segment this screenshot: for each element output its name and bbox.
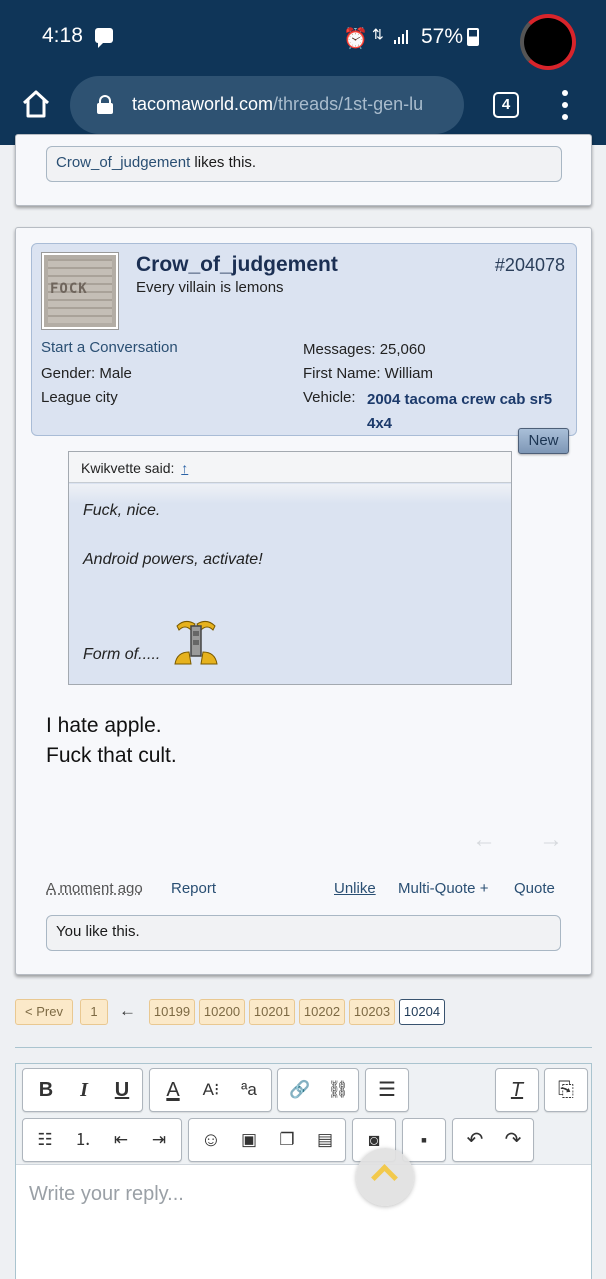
start-conversation-link[interactable]: Start a Conversation	[41, 339, 178, 356]
save-draft-icon[interactable]: ▪	[405, 1119, 443, 1161]
user-vehicle-label: Vehicle:	[303, 389, 356, 406]
post-timestamp[interactable]: A moment ago	[46, 880, 143, 897]
profile-avatar[interactable]	[520, 14, 576, 70]
media-icon[interactable]: ❐	[268, 1119, 306, 1161]
quote-line: Form of.....	[83, 646, 161, 663]
address-bar[interactable]: tacomaworld.com/threads/1st-gen-lu	[70, 76, 464, 134]
post-likes-summary: You like this.	[46, 915, 561, 951]
font-family-button[interactable]: ªa	[230, 1069, 268, 1111]
signal-icon	[394, 30, 412, 44]
unlink-icon[interactable]: ⛓	[319, 1069, 357, 1111]
page-jump-arrow[interactable]: ←	[119, 1001, 136, 1021]
prev-page-button[interactable]: < Prev	[15, 999, 73, 1025]
current-page: 10204	[399, 999, 445, 1025]
quote-line: Fuck, nice.	[83, 502, 161, 519]
align-group: ☰	[365, 1068, 409, 1112]
page-button[interactable]: 10199	[149, 999, 195, 1025]
liker-link[interactable]: Crow_of_judgement	[56, 154, 190, 171]
go-to-quoted-arrow[interactable]: ↑	[181, 460, 188, 476]
user-avatar[interactable]: FOCK	[42, 253, 118, 329]
battery-percent: 57%	[421, 25, 464, 48]
text-style-group: B I U	[22, 1068, 143, 1112]
quote-link[interactable]: Quote	[514, 880, 555, 897]
page-button[interactable]: 10202	[299, 999, 345, 1025]
reply-placeholder: Write your reply...	[29, 1183, 184, 1205]
report-link[interactable]: Report	[171, 880, 216, 897]
battery-icon	[467, 28, 479, 46]
save-group: ▪	[402, 1118, 446, 1162]
user-location: League city	[41, 389, 118, 406]
previous-post: Crow_of_judgement likes this.	[15, 134, 592, 206]
data-transfer-icon: ⇅	[372, 26, 384, 42]
underline-button[interactable]: U	[103, 1069, 141, 1111]
italic-button[interactable]: I	[65, 1069, 103, 1111]
undo-icon[interactable]: ↶	[456, 1119, 494, 1161]
page-button[interactable]: 10203	[349, 999, 395, 1025]
page-1-button[interactable]: 1	[80, 999, 108, 1025]
insert-group: ☺ ▣ ❐ ▤	[188, 1118, 346, 1162]
new-badge: New	[518, 428, 569, 454]
lock-icon	[97, 95, 113, 114]
quote-header: Kwikvette said: ↑	[69, 452, 511, 483]
user-first-name: First Name: William	[303, 365, 433, 382]
user-messages: Messages: 25,060	[303, 341, 426, 358]
tab-switcher-button[interactable]: 4	[493, 92, 519, 118]
link-group: 🔗 ⛓	[277, 1068, 359, 1112]
overflow-menu-icon[interactable]	[559, 90, 571, 120]
image-icon[interactable]: ▣	[230, 1119, 268, 1161]
reply-editor: B I U A A⁝ ªa 🔗 ⛓ ☰ T ⎘ ☷ ⒈ ⇤ ⇥ ☺ ▣ ❐ ▤ …	[15, 1063, 592, 1279]
status-bar: 4:18 ⏰ ⇅ 57%	[0, 0, 606, 72]
link-icon[interactable]: 🔗	[281, 1069, 319, 1111]
home-icon[interactable]	[20, 88, 52, 120]
unlike-link[interactable]: Unlike	[334, 880, 376, 897]
quote-block: Kwikvette said: ↑ Fuck, nice. Android po…	[68, 451, 512, 685]
user-title: Every villain is lemons	[136, 279, 284, 296]
alarm-icon: ⏰	[343, 28, 368, 50]
outdent-icon[interactable]: ⇤	[102, 1119, 140, 1161]
post-message-line: I hate apple.	[46, 714, 162, 737]
smilies-icon[interactable]: ☺	[192, 1119, 230, 1161]
page-button[interactable]: 10201	[249, 999, 295, 1025]
username-link[interactable]: Crow_of_judgement	[136, 253, 338, 277]
remove-formatting-icon[interactable]: T	[498, 1069, 536, 1111]
message-notification-icon	[95, 28, 113, 48]
font-color-button[interactable]: A	[154, 1069, 192, 1111]
user-info-panel: FOCK Crow_of_judgement Every villain is …	[31, 243, 577, 436]
page-button[interactable]: 10200	[199, 999, 245, 1025]
bbcode-group: ⎘	[544, 1068, 588, 1112]
bold-button[interactable]: B	[27, 1069, 65, 1111]
status-time: 4:18	[42, 24, 83, 47]
clear-format-group: T	[495, 1068, 539, 1112]
bullet-list-icon[interactable]: ☷	[26, 1119, 64, 1161]
indent-icon[interactable]: ⇥	[140, 1119, 178, 1161]
scroll-to-top-button[interactable]	[356, 1148, 414, 1206]
toggle-bbcode-icon[interactable]: ⎘	[547, 1069, 585, 1111]
url-text[interactable]: tacomaworld.com/threads/1st-gen-lu	[132, 94, 450, 115]
post-message-line: Fuck that cult.	[46, 744, 177, 767]
number-list-icon[interactable]: ⒈	[64, 1119, 102, 1161]
list-group: ☷ ⒈ ⇤ ⇥	[22, 1118, 182, 1162]
next-post-arrow-icon[interactable]: →	[539, 826, 563, 854]
quote-block-icon[interactable]: ▤	[306, 1119, 344, 1161]
redo-icon[interactable]: ↷	[494, 1119, 532, 1161]
multi-quote-link[interactable]: Multi-Quote +	[398, 880, 488, 897]
font-size-button[interactable]: A⁝	[192, 1069, 230, 1111]
post-permalink[interactable]: #204078	[495, 255, 565, 276]
user-gender: Gender: Male	[41, 365, 132, 382]
likes-summary: Crow_of_judgement likes this.	[46, 146, 562, 182]
font-group: A A⁝ ªa	[149, 1068, 272, 1112]
reply-textarea[interactable]: Write your reply...	[16, 1164, 591, 1279]
robot-smiley-icon	[174, 620, 218, 665]
align-left-icon[interactable]: ☰	[368, 1069, 406, 1111]
quote-line: Android powers, activate!	[83, 551, 263, 568]
divider	[15, 1047, 592, 1048]
history-group: ↶ ↷	[452, 1118, 534, 1162]
previous-post-arrow-icon[interactable]: ←	[472, 826, 496, 854]
